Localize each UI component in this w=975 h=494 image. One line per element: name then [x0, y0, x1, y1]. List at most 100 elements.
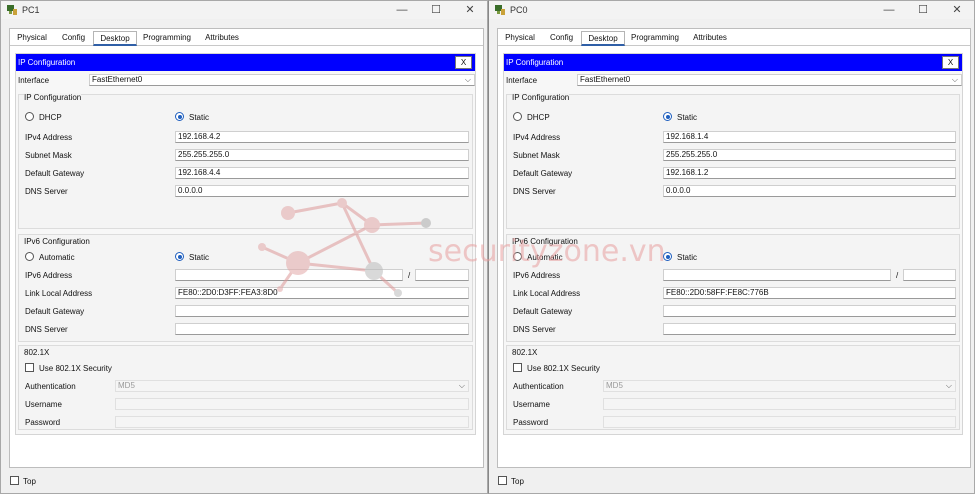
packet-tracer-icon	[7, 5, 17, 15]
static-radio[interactable]	[663, 112, 672, 121]
interface-value: FastEthernet0	[580, 75, 631, 84]
dhcp-radio[interactable]	[513, 112, 522, 121]
static-radio[interactable]	[175, 112, 184, 121]
default-gateway-input[interactable]: 192.168.1.2	[663, 167, 956, 179]
link-local-input[interactable]: FE80::2D0:58FF:FE8C:776B	[663, 287, 956, 299]
tab-physical[interactable]: Physical	[503, 31, 537, 46]
ipv6-prefix-slash: /	[896, 271, 899, 280]
automatic-radio[interactable]	[25, 252, 34, 261]
chevron-down-icon: ⌵	[458, 381, 465, 390]
close-window-button[interactable]: ✕	[453, 1, 487, 19]
tab-attributes[interactable]: Attributes	[688, 31, 732, 46]
tab-attributes[interactable]: Attributes	[200, 31, 244, 46]
ipv6-static-radio[interactable]	[175, 252, 184, 261]
ipv4-config-group: IP Configuration DHCP Static IPv4 Addres…	[18, 93, 473, 229]
maximize-button[interactable]: ☐	[906, 1, 940, 19]
ipv6-address-label: IPv6 Address	[513, 271, 561, 280]
ipv6-prefix-input[interactable]	[415, 269, 469, 281]
ip-configuration-header: IP Configuration X	[16, 54, 475, 71]
title-bar: PC1 — ☐ ✕	[1, 1, 487, 19]
ipv6-static-label: Static	[189, 253, 210, 262]
minimize-button[interactable]: —	[385, 1, 419, 19]
password-input[interactable]	[603, 416, 956, 428]
dhcp-label: DHCP	[39, 113, 62, 122]
automatic-radio[interactable]	[513, 252, 522, 261]
ipv4-config-group: IP Configuration DHCP Static IPv4 Addres…	[506, 93, 960, 229]
authentication-select[interactable]: MD5 ⌵	[603, 380, 956, 392]
username-input[interactable]	[603, 398, 956, 410]
chevron-down-icon: ⌵	[464, 75, 471, 84]
use-dot1x-checkbox[interactable]	[513, 363, 522, 372]
authentication-select[interactable]: MD5 ⌵	[115, 380, 469, 392]
chevron-down-icon: ⌵	[945, 381, 952, 390]
dns-server-input[interactable]: 0.0.0.0	[175, 185, 469, 197]
ipv6-gateway-label: Default Gateway	[25, 307, 85, 316]
tab-desktop[interactable]: Desktop	[581, 31, 625, 46]
ip-configuration-panel: IP Configuration X Interface FastEtherne…	[503, 53, 963, 435]
ipv6-dns-label: DNS Server	[513, 325, 556, 334]
ipv6-prefix-slash: /	[408, 271, 411, 280]
ipv6-gateway-input[interactable]	[175, 305, 469, 317]
ipv6-prefix-input[interactable]	[903, 269, 956, 281]
username-label: Username	[513, 400, 550, 409]
window-title: PC1	[22, 5, 40, 15]
close-ip-config-button[interactable]: X	[455, 56, 472, 69]
ipv4-address-label: IPv4 Address	[513, 133, 561, 142]
link-local-input[interactable]: FE80::2D0:D3FF:FEA3:8D0	[175, 287, 469, 299]
interface-label: Interface	[506, 76, 538, 85]
ipv6-address-input[interactable]	[663, 269, 891, 281]
ipv6-static-radio[interactable]	[663, 252, 672, 261]
interface-label: Interface	[18, 76, 50, 85]
maximize-button[interactable]: ☐	[419, 1, 453, 19]
default-gateway-input[interactable]: 192.168.4.4	[175, 167, 469, 179]
interface-select[interactable]: FastEthernet0 ⌵	[577, 74, 962, 86]
ipv6-dns-input[interactable]	[663, 323, 956, 335]
top-checkbox[interactable]	[498, 476, 507, 485]
pc0-window: PC0 — ☐ ✕ Physical Config Desktop Progra…	[488, 0, 975, 494]
use-dot1x-label: Use 802.1X Security	[527, 364, 600, 373]
tab-programming[interactable]: Programming	[628, 31, 682, 46]
minimize-button[interactable]: —	[872, 1, 906, 19]
default-gateway-label: Default Gateway	[25, 169, 85, 178]
subnet-mask-label: Subnet Mask	[513, 151, 560, 160]
close-window-button[interactable]: ✕	[940, 1, 974, 19]
automatic-label: Automatic	[39, 253, 75, 262]
ip-configuration-panel: IP Configuration X Interface FastEtherne…	[15, 53, 476, 435]
ip-configuration-header-title: IP Configuration	[506, 58, 564, 67]
password-label: Password	[513, 418, 549, 427]
ipv6-address-input[interactable]	[175, 269, 403, 281]
username-input[interactable]	[115, 398, 469, 410]
tab-desktop[interactable]: Desktop	[93, 31, 137, 46]
default-gateway-label: Default Gateway	[513, 169, 573, 178]
tab-physical[interactable]: Physical	[15, 31, 49, 46]
dns-server-input[interactable]: 0.0.0.0	[663, 185, 956, 197]
ipv6-dns-label: DNS Server	[25, 325, 68, 334]
ipv6-dns-input[interactable]	[175, 323, 469, 335]
packet-tracer-icon	[495, 5, 505, 15]
ipv6-address-label: IPv6 Address	[25, 271, 73, 280]
close-ip-config-button[interactable]: X	[942, 56, 959, 69]
subnet-mask-input[interactable]: 255.255.255.0	[175, 149, 469, 161]
tab-programming[interactable]: Programming	[140, 31, 194, 46]
authentication-value: MD5	[118, 381, 135, 390]
ipv4-address-input[interactable]: 192.168.4.2	[175, 131, 469, 143]
device-frame: Physical Config Desktop Programming Attr…	[9, 28, 484, 468]
use-dot1x-checkbox[interactable]	[25, 363, 34, 372]
dns-server-label: DNS Server	[513, 187, 556, 196]
password-input[interactable]	[115, 416, 469, 428]
interface-select[interactable]: FastEthernet0 ⌵	[89, 74, 475, 86]
dhcp-label: DHCP	[527, 113, 550, 122]
subnet-mask-input[interactable]: 255.255.255.0	[663, 149, 956, 161]
ipv4-config-title: IP Configuration	[24, 93, 82, 102]
top-checkbox[interactable]	[10, 476, 19, 485]
ipv6-gateway-input[interactable]	[663, 305, 956, 317]
ip-configuration-header: IP Configuration X	[504, 54, 962, 71]
dhcp-radio[interactable]	[25, 112, 34, 121]
tab-bar: Physical Config Desktop Programming Attr…	[498, 29, 970, 46]
automatic-label: Automatic	[527, 253, 563, 262]
password-label: Password	[25, 418, 61, 427]
ipv4-address-input[interactable]: 192.168.1.4	[663, 131, 956, 143]
top-label: Top	[23, 477, 36, 486]
tab-config[interactable]: Config	[542, 31, 581, 46]
tab-config[interactable]: Config	[54, 31, 93, 46]
